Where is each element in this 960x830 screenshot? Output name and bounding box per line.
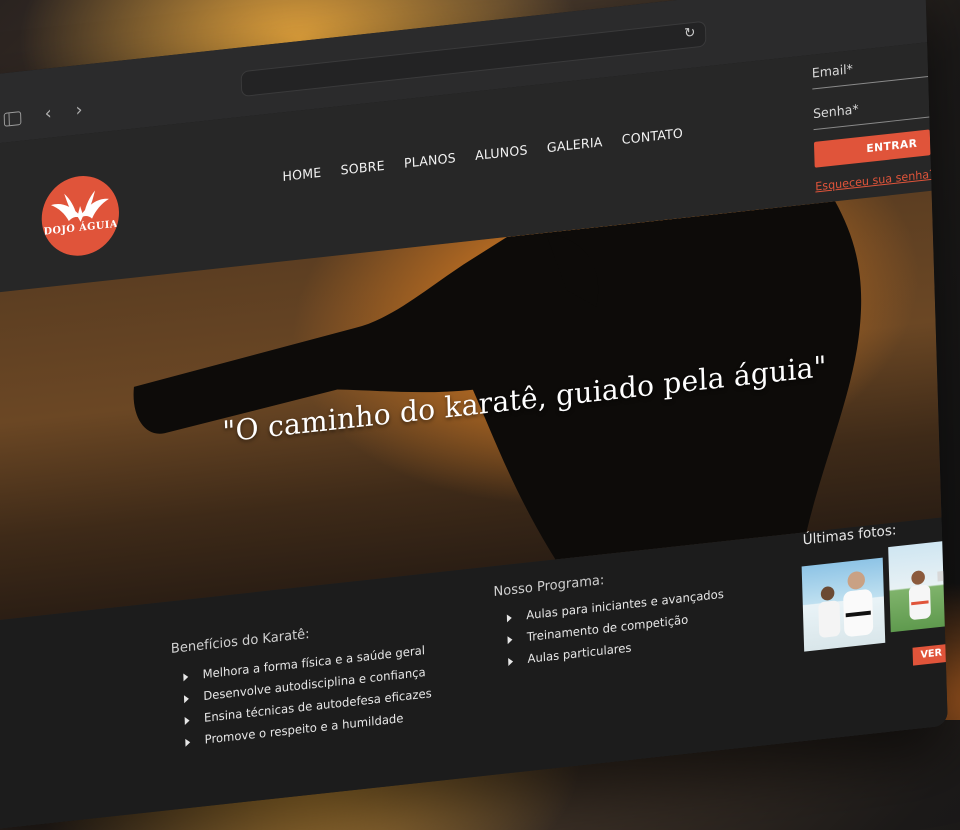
reload-icon[interactable]: ↻	[684, 25, 696, 42]
forward-arrow-icon[interactable]: ›	[69, 100, 89, 122]
photo-thumbnail[interactable]	[888, 538, 948, 632]
email-field[interactable]: Email*	[811, 48, 928, 89]
benefits-title: Benefícios do Karatê:	[171, 626, 310, 657]
program-title: Nosso Programa:	[493, 572, 604, 600]
program-list: Aulas para iniciantes e avançados Treina…	[507, 583, 726, 672]
login-button[interactable]: ENTRAR	[814, 129, 931, 167]
eagle-icon	[41, 172, 121, 260]
nav-alunos[interactable]: ALUNOS	[475, 143, 528, 164]
photo-thumbnail[interactable]	[802, 558, 886, 652]
nav-contato[interactable]: CONTATO	[622, 126, 684, 148]
sidebar-toggle-icon[interactable]	[4, 111, 22, 127]
nav-home[interactable]: HOME	[282, 166, 321, 185]
site-logo[interactable]: DOJO ÁGUIA	[41, 172, 121, 260]
nav-galeria[interactable]: GALERIA	[547, 135, 603, 156]
password-field[interactable]: Senha*	[813, 89, 930, 130]
back-arrow-icon[interactable]: ‹	[38, 103, 58, 125]
browser-window: ‹ › ↻ DOJO ÁGUIA HOME SOBRE PLANOS	[0, 0, 948, 830]
password-label: Senha*	[813, 102, 859, 122]
view-photos-button[interactable]: VER	[913, 641, 948, 666]
benefits-list: Melhora a forma física e a saúde geral D…	[183, 639, 433, 753]
main-nav: HOME SOBRE PLANOS ALUNOS GALERIA CONTATO	[282, 124, 702, 185]
login-form: Email* Senha* ENTRAR Esqueceu sua senha?	[811, 48, 931, 193]
email-label: Email*	[812, 62, 854, 81]
forgot-password-link[interactable]: Esqueceu sua senha?	[815, 167, 931, 193]
nav-planos[interactable]: PLANOS	[404, 151, 456, 171]
web-page: DOJO ÁGUIA HOME SOBRE PLANOS ALUNOS GALE…	[0, 42, 948, 830]
nav-sobre[interactable]: SOBRE	[340, 159, 385, 179]
